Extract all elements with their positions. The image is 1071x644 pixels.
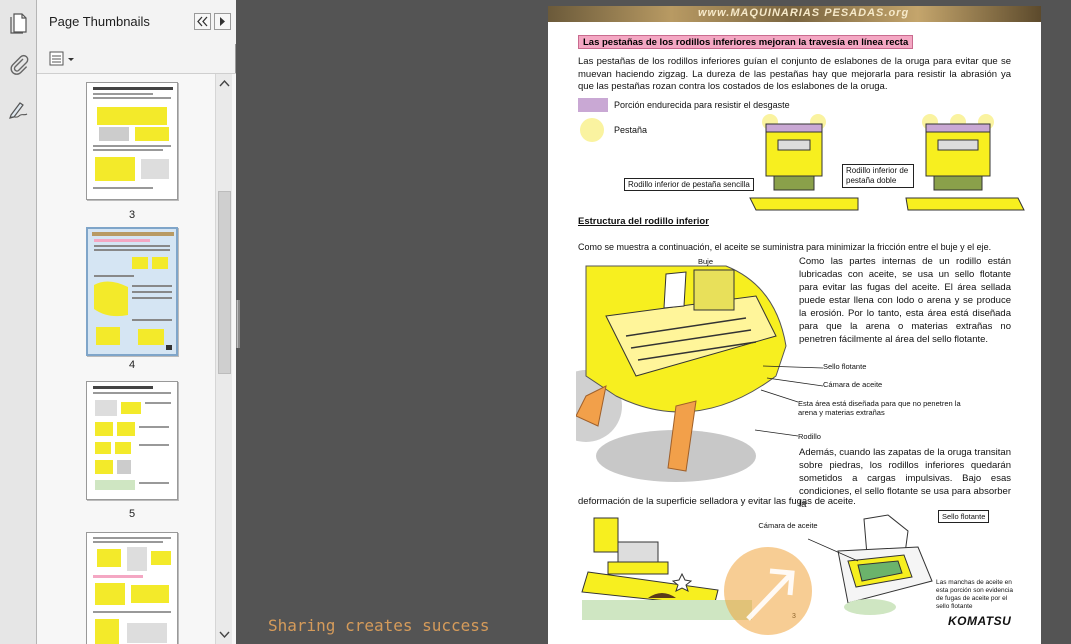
attachments-icon[interactable] [7,53,31,77]
scroll-up-arrow-icon[interactable] [217,76,232,91]
lubrication-paragraph: Como las partes internas de un rodillo e… [799,256,1011,345]
page-number-label: 4 [128,359,136,371]
legend-hardened-label: Porción endurecida para resistir el desg… [614,100,790,110]
page-number-label: 3 [128,209,136,221]
signatures-icon[interactable] [7,97,31,121]
pages-icon[interactable] [7,11,31,35]
pdf-viewer-window: Page Thumbnails 3 4 5 www.MAQUINARIAS PE… [0,0,1071,644]
double-chevron-left-icon [197,16,208,27]
structure-subheading: Estructura del rodillo inferior [578,216,709,227]
double-flange-label: Rodillo inferior de pestaña doble [842,164,914,188]
watermark-logo-icon [724,547,812,635]
navigation-tool-rail [0,0,37,644]
pane-title: Page Thumbnails [49,14,150,29]
scroll-thumb[interactable] [218,191,231,374]
area-callout: Esta área está diseñada para que no pene… [798,399,961,417]
page-thumbnail[interactable] [86,532,178,644]
options-menu-icon [49,51,74,66]
legend-flange-label: Pestaña [614,125,648,135]
komatsu-logo: KOMATSU [948,614,1012,628]
page-thumbnail-selected[interactable] [86,227,178,356]
expand-pane-button[interactable] [214,13,231,30]
page-banner: www.MAQUINARIAS PESADAS.org [548,6,1041,22]
pane-header: Page Thumbnails [37,0,236,66]
floating-seal-illustration [808,514,933,615]
thumbnail-scrollbar[interactable] [215,74,232,644]
pane-splitter-handle[interactable] [236,300,240,348]
banner-text: www.MAQUINARIAS PESADAS.org [698,7,910,19]
oil-chamber-callout: Cámara de aceite [823,380,883,389]
hardened-swatch [578,98,608,112]
single-flange-label: Rodillo inferior de pestaña sencilla [624,178,754,191]
page-thumbnails-pane: Page Thumbnails 3 4 5 [37,0,236,644]
watermark-text: Sharing creates success [268,616,490,635]
bushing-label: Buje [698,257,714,266]
oil-intro: Como se muestra a continuación, el aceit… [578,242,992,252]
seal-callout: Sello flotante [823,362,867,371]
load-paragraph-end: deformación de la superficie selladora y… [578,496,856,507]
scroll-down-arrow-icon[interactable] [217,627,232,642]
oil-stain-note: Las manchas de aceite en esta porción so… [936,579,1013,610]
page-thumbnail[interactable] [86,381,178,500]
thumbnail-options-button[interactable] [49,50,77,68]
section-heading: Las pestañas de los rodillos inferiores … [578,35,914,49]
callout-leader-lines [754,365,823,437]
intro-paragraph: Las pestañas de los rodillos inferiores … [578,56,1011,92]
page-number-label: 5 [128,508,136,520]
triangle-right-icon [220,17,225,26]
flange-swatch [580,118,604,142]
thumbnail-list[interactable]: 3 4 5 [37,73,236,644]
collapse-pane-button[interactable] [194,13,211,30]
page-thumbnail[interactable] [86,82,178,200]
